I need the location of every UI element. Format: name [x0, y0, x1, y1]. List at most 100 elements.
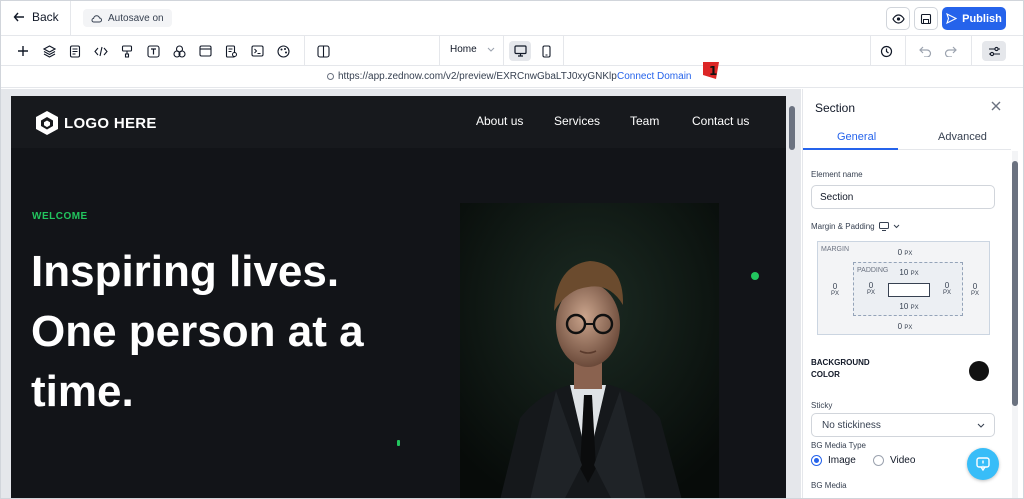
- decorative-dot: [397, 440, 400, 446]
- help-chat-button[interactable]: [967, 448, 999, 480]
- settings-sliders-icon: [988, 46, 1000, 56]
- layers-icon[interactable]: [41, 43, 57, 59]
- preview-button[interactable]: [886, 7, 910, 30]
- arrow-left-icon: [13, 12, 24, 22]
- paint-icon[interactable]: [119, 43, 135, 59]
- eye-icon: [891, 13, 905, 24]
- margin-bottom-field[interactable]: 0 PX: [890, 322, 920, 331]
- redo-icon[interactable]: [942, 43, 958, 59]
- layout-icon[interactable]: [197, 43, 213, 59]
- chevron-down-icon[interactable]: [893, 224, 900, 229]
- radio-circle[interactable]: [873, 455, 884, 466]
- palette-icon[interactable]: [275, 43, 291, 59]
- sticky-select-value: No stickiness: [822, 420, 881, 431]
- tab-advanced[interactable]: Advanced: [938, 131, 987, 143]
- chevron-down-icon: [977, 423, 985, 428]
- page-icon[interactable]: [67, 43, 83, 59]
- shapes-icon[interactable]: [171, 43, 187, 59]
- active-tab-indicator: [803, 148, 898, 150]
- desktop-view-button[interactable]: [509, 41, 531, 61]
- cloud-icon: [91, 14, 102, 22]
- terminal-icon[interactable]: [249, 43, 265, 59]
- globe-icon: [327, 73, 334, 80]
- editor-toolbar: Home: [1, 36, 1023, 66]
- back-label: Back: [32, 10, 59, 24]
- nav-link-services[interactable]: Services: [554, 114, 600, 128]
- close-icon[interactable]: [989, 99, 1003, 113]
- website-preview[interactable]: LOGO HERE About us Services Team Contact…: [11, 96, 786, 498]
- background-color-label: BACKGROUND COLOR: [811, 358, 870, 379]
- page-select[interactable]: Home: [450, 44, 495, 55]
- divider: [70, 1, 71, 36]
- padding-box: PADDING 10 PX 0 PX 0 PX 10 PX: [853, 262, 963, 316]
- panel-scrollbar[interactable]: [1012, 151, 1018, 498]
- undo-icon[interactable]: [917, 43, 933, 59]
- radio-circle-selected[interactable]: [811, 455, 822, 466]
- save-icon: [920, 13, 932, 24]
- decorative-dot: [751, 272, 759, 280]
- back-button[interactable]: Back: [13, 10, 59, 24]
- properties-panel: Section General Advanced Element name Se…: [802, 89, 1023, 498]
- padding-top-field[interactable]: 10 PX: [892, 268, 926, 277]
- code-icon[interactable]: [93, 43, 109, 59]
- radio-video-label: Video: [890, 455, 916, 466]
- mobile-view-button[interactable]: [535, 41, 557, 61]
- panel-tabs: General Advanced: [803, 126, 1011, 150]
- hero-headline[interactable]: Inspiring lives. One person at a time.: [31, 242, 371, 422]
- content-box: [888, 283, 930, 297]
- builder-window: Back Autosave on Publish Home https://ap…: [0, 0, 1024, 499]
- padding-left-field[interactable]: 0 PX: [862, 281, 880, 296]
- portrait-illustration: [460, 203, 719, 498]
- preview-url[interactable]: https://app.zednow.com/v2/preview/EXRCnw…: [327, 71, 617, 82]
- autosave-badge: Autosave on: [83, 9, 172, 27]
- hero-image[interactable]: [460, 203, 719, 498]
- autosave-label: Autosave on: [108, 12, 164, 24]
- settings-button[interactable]: [982, 41, 1006, 61]
- send-icon: [946, 13, 958, 24]
- bg-media-label: BG Media: [811, 481, 847, 490]
- page-select-value: Home: [450, 44, 477, 55]
- box-model-editor: MARGIN 0 PX 0 PX 0 PX 0 PX PADDING 10 PX 0…: [817, 241, 990, 335]
- divider: [439, 36, 440, 66]
- hero-eyebrow[interactable]: WELCOME: [32, 211, 88, 222]
- editor-canvas: LOGO HERE About us Services Team Contact…: [1, 89, 801, 498]
- history-icon[interactable]: [878, 43, 894, 59]
- site-header[interactable]: LOGO HERE About us Services Team Contact…: [11, 96, 786, 148]
- padding-right-field[interactable]: 0 PX: [938, 281, 956, 296]
- nav-link-team[interactable]: Team: [630, 114, 659, 128]
- margin-padding-header: Margin & Padding: [811, 222, 900, 231]
- tab-general[interactable]: General: [837, 131, 876, 143]
- margin-left-field[interactable]: 0 PX: [826, 282, 844, 297]
- plus-icon[interactable]: [15, 43, 31, 59]
- annotation-number: 1: [709, 64, 717, 78]
- split-icon[interactable]: [315, 43, 331, 59]
- divider: [304, 36, 305, 66]
- margin-padding-label: Margin & Padding: [811, 222, 875, 231]
- margin-right-field[interactable]: 0 PX: [966, 282, 984, 297]
- background-color-swatch[interactable]: [969, 361, 989, 381]
- padding-bottom-field[interactable]: 10 PX: [892, 302, 926, 311]
- form-icon[interactable]: [223, 43, 239, 59]
- scrollbar-thumb[interactable]: [789, 106, 795, 150]
- chevron-down-icon: [487, 47, 495, 52]
- canvas-scrollbar[interactable]: [788, 96, 796, 498]
- margin-top-field[interactable]: 0 PX: [890, 248, 920, 257]
- element-name-input[interactable]: Section: [811, 185, 995, 209]
- scrollbar-thumb[interactable]: [1012, 161, 1018, 406]
- desktop-icon[interactable]: [878, 222, 889, 231]
- connect-domain-link[interactable]: Connect Domain: [617, 71, 691, 82]
- radio-image[interactable]: Image: [811, 455, 856, 466]
- publish-button[interactable]: Publish: [942, 7, 1006, 30]
- divider: [563, 36, 564, 66]
- radio-video[interactable]: Video: [873, 455, 915, 466]
- site-logo[interactable]: LOGO HERE: [35, 110, 157, 136]
- padding-label: PADDING: [857, 267, 889, 274]
- text-icon[interactable]: [145, 43, 161, 59]
- element-name-label: Element name: [811, 170, 863, 179]
- sticky-select[interactable]: No stickiness: [811, 413, 995, 437]
- nav-link-contact[interactable]: Contact us: [692, 114, 749, 128]
- mobile-icon: [541, 44, 551, 58]
- logo-text: LOGO HERE: [64, 114, 157, 132]
- nav-link-about[interactable]: About us: [476, 114, 523, 128]
- save-button[interactable]: [914, 7, 938, 30]
